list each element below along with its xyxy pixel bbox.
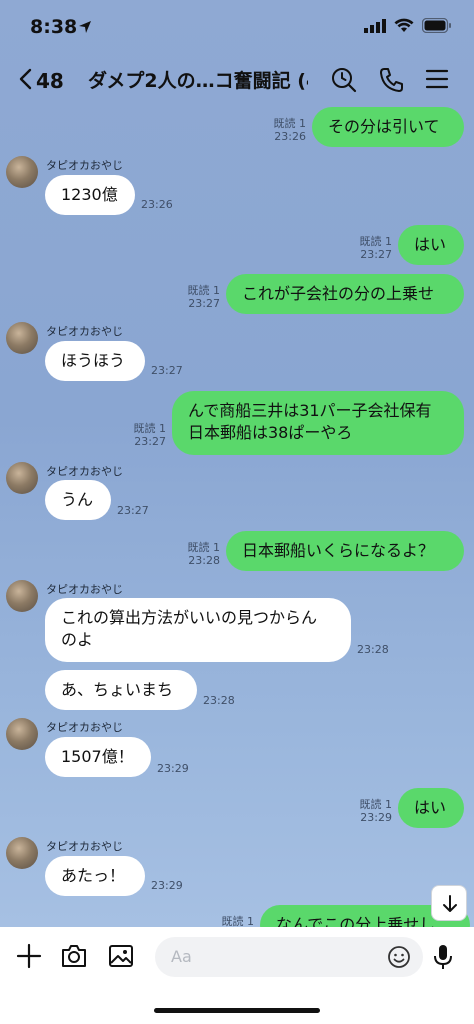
sender-name: タピオカおやじ (46, 583, 123, 596)
chat-screen: 8:38 48 ダメプ2人の…コ奮闘記 (4) 既読 1 23:26 その分は引… (0, 0, 474, 1024)
outgoing-bubble[interactable]: これが子会社の分の上乗せ (226, 274, 464, 314)
message-time: 23:26 (274, 130, 306, 143)
read-receipt: 既読 1 (359, 798, 393, 811)
message-meta: 既読 1 23:27 (162, 284, 221, 310)
home-indicator (154, 1008, 320, 1013)
arrow-down-icon (443, 895, 457, 912)
outgoing-bubble[interactable]: はい (398, 788, 464, 828)
incoming-bubble[interactable]: これの算出方法がいいの見つからん のよ (45, 598, 351, 662)
incoming-bubble[interactable]: うん (45, 480, 111, 520)
message-time: 23:26 (141, 198, 173, 211)
incoming-bubble[interactable]: あ、ちょいまち (45, 670, 197, 710)
emoji-icon[interactable] (387, 945, 411, 973)
outgoing-bubble[interactable]: その分は引いて (312, 107, 464, 147)
chat-title[interactable]: ダメプ2人の…コ奮闘記 (4) (88, 66, 308, 93)
message-time: 23:27 (134, 435, 166, 448)
scroll-to-bottom-button[interactable] (431, 885, 467, 921)
read-receipt: 既読 1 (187, 541, 221, 554)
read-receipt: 既読 1 (133, 422, 167, 435)
outgoing-bubble[interactable]: んで商船三井は31パー子会社保有 日本郵船は38ぱーやろ (172, 391, 464, 455)
status-bar: 8:38 (0, 0, 474, 54)
message-time: 23:27 (188, 297, 220, 310)
message-meta: 既読 1 23:27 (108, 422, 167, 448)
message-line: んで商船三井は31パー子会社保有 (188, 401, 432, 420)
back-button[interactable]: 48 (18, 66, 78, 96)
message-time: 23:29 (151, 879, 183, 892)
status-time: 8:38 (30, 16, 78, 38)
outgoing-bubble[interactable]: はい (398, 225, 464, 265)
history-search-icon[interactable] (330, 66, 360, 96)
message-time: 23:28 (203, 694, 235, 707)
phone-icon[interactable] (378, 66, 408, 96)
plus-icon[interactable] (16, 943, 42, 973)
incoming-bubble[interactable]: 1507億！ (45, 737, 151, 777)
unread-count: 48 (36, 69, 64, 93)
avatar[interactable] (6, 156, 38, 188)
message-meta: 既読 1 23:29 (334, 798, 393, 824)
camera-icon[interactable] (60, 943, 88, 973)
message-meta: 既読 1 23:26 (248, 117, 307, 143)
message-time: 23:28 (188, 554, 220, 567)
battery-icon (421, 17, 452, 37)
wifi-icon (394, 18, 414, 37)
cellular-signal-icon (364, 18, 386, 37)
message-time: 23:29 (157, 762, 189, 775)
message-line: これの算出方法がいいの見つからん (61, 608, 318, 627)
incoming-bubble[interactable]: 1230億 (45, 175, 135, 215)
message-input[interactable]: Aa (155, 937, 423, 977)
message-meta: 既読 1 23:27 (334, 235, 393, 261)
sender-name: タピオカおやじ (46, 840, 123, 853)
sender-name: タピオカおやじ (46, 159, 123, 172)
avatar[interactable] (6, 718, 38, 750)
chevron-left-icon (18, 68, 32, 94)
message-time: 23:27 (360, 248, 392, 261)
chat-header: 48 ダメプ2人の…コ奮闘記 (4) (0, 54, 474, 108)
sender-name: タピオカおやじ (46, 465, 123, 478)
avatar[interactable] (6, 837, 38, 869)
message-time: 23:27 (117, 504, 149, 517)
message-line: のよ (61, 630, 94, 649)
microphone-icon[interactable] (432, 943, 454, 975)
menu-icon[interactable] (424, 66, 454, 96)
incoming-bubble[interactable]: ほうほう (45, 341, 145, 381)
avatar[interactable] (6, 322, 38, 354)
avatar[interactable] (6, 462, 38, 494)
read-receipt: 既読 1 (359, 235, 393, 248)
incoming-bubble[interactable]: あたっ！ (45, 856, 145, 896)
avatar[interactable] (6, 580, 38, 612)
read-receipt: 既読 1 (273, 117, 307, 130)
sender-name: タピオカおやじ (46, 325, 123, 338)
sender-name: タピオカおやじ (46, 721, 123, 734)
message-time: 23:27 (151, 364, 183, 377)
message-input-placeholder: Aa (171, 947, 192, 966)
outgoing-bubble[interactable]: 日本郵船いくらになるよ？ (226, 531, 464, 571)
location-arrow-icon (78, 19, 92, 38)
message-line: 日本郵船は38ぱーやろ (188, 423, 353, 442)
message-time: 23:28 (357, 643, 389, 656)
message-time: 23:29 (360, 811, 392, 824)
read-receipt: 既読 1 (187, 284, 221, 297)
message-meta: 既読 1 23:28 (162, 541, 221, 567)
image-icon[interactable] (108, 943, 134, 973)
